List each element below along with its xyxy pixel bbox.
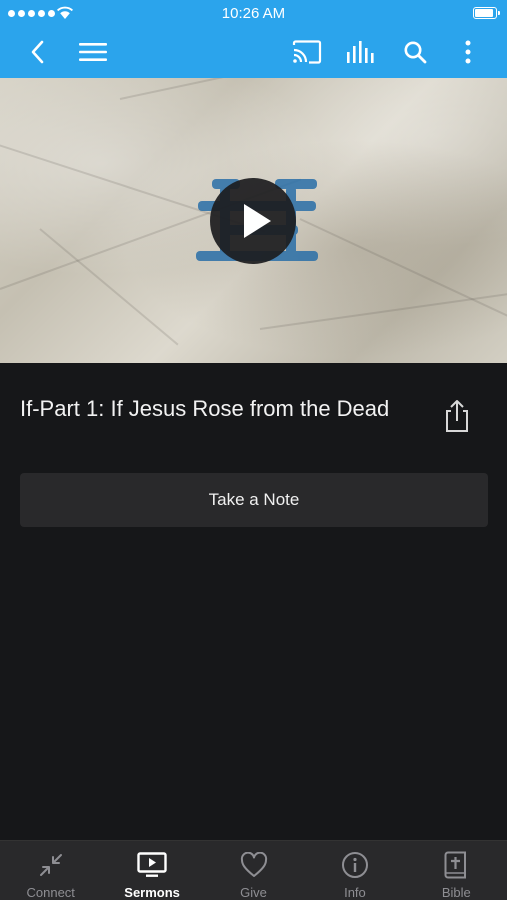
tab-give[interactable]: Give [203,841,304,900]
back-button[interactable] [22,34,52,70]
audio-button[interactable] [344,34,378,70]
battery-icon [473,7,500,19]
arrows-compress-icon [39,854,62,876]
tv-play-icon [137,852,167,877]
chevron-left-icon [31,40,44,64]
menu-button[interactable] [77,34,109,70]
audio-levels-icon [347,41,374,63]
take-note-button[interactable]: Take a Note [20,473,488,527]
hamburger-menu-icon [79,43,107,61]
more-options-button[interactable] [458,34,478,70]
sermon-video-player[interactable] [0,78,507,363]
tab-sermons[interactable]: Sermons [101,841,202,900]
status-bar: 10:26 AM [0,0,507,28]
heart-icon [240,852,267,877]
search-icon [404,41,427,64]
share-icon [446,400,468,432]
tab-label: Sermons [124,885,180,900]
info-circle-icon [341,852,368,878]
cast-icon [292,40,322,64]
play-button[interactable] [210,178,296,264]
tab-connect[interactable]: Connect [0,841,101,900]
top-app-bar: 10:26 AM [0,0,507,78]
more-vertical-icon [465,40,471,64]
tab-info[interactable]: Info [304,841,405,900]
bible-icon [444,851,467,879]
tab-label: Connect [26,885,75,900]
search-button[interactable] [400,34,430,70]
tab-label: Info [344,885,366,900]
share-button[interactable] [440,398,474,434]
status-time: 10:26 AM [221,5,286,22]
bottom-tab-bar: Connect Sermons Give Info Bible [0,840,507,900]
sermon-title: If-Part 1: If Jesus Rose from the Dead [20,396,390,421]
tab-label: Bible [441,885,471,900]
tab-bible[interactable]: Bible [406,841,507,900]
tab-label: Give [240,885,267,900]
cast-button[interactable] [290,34,324,70]
